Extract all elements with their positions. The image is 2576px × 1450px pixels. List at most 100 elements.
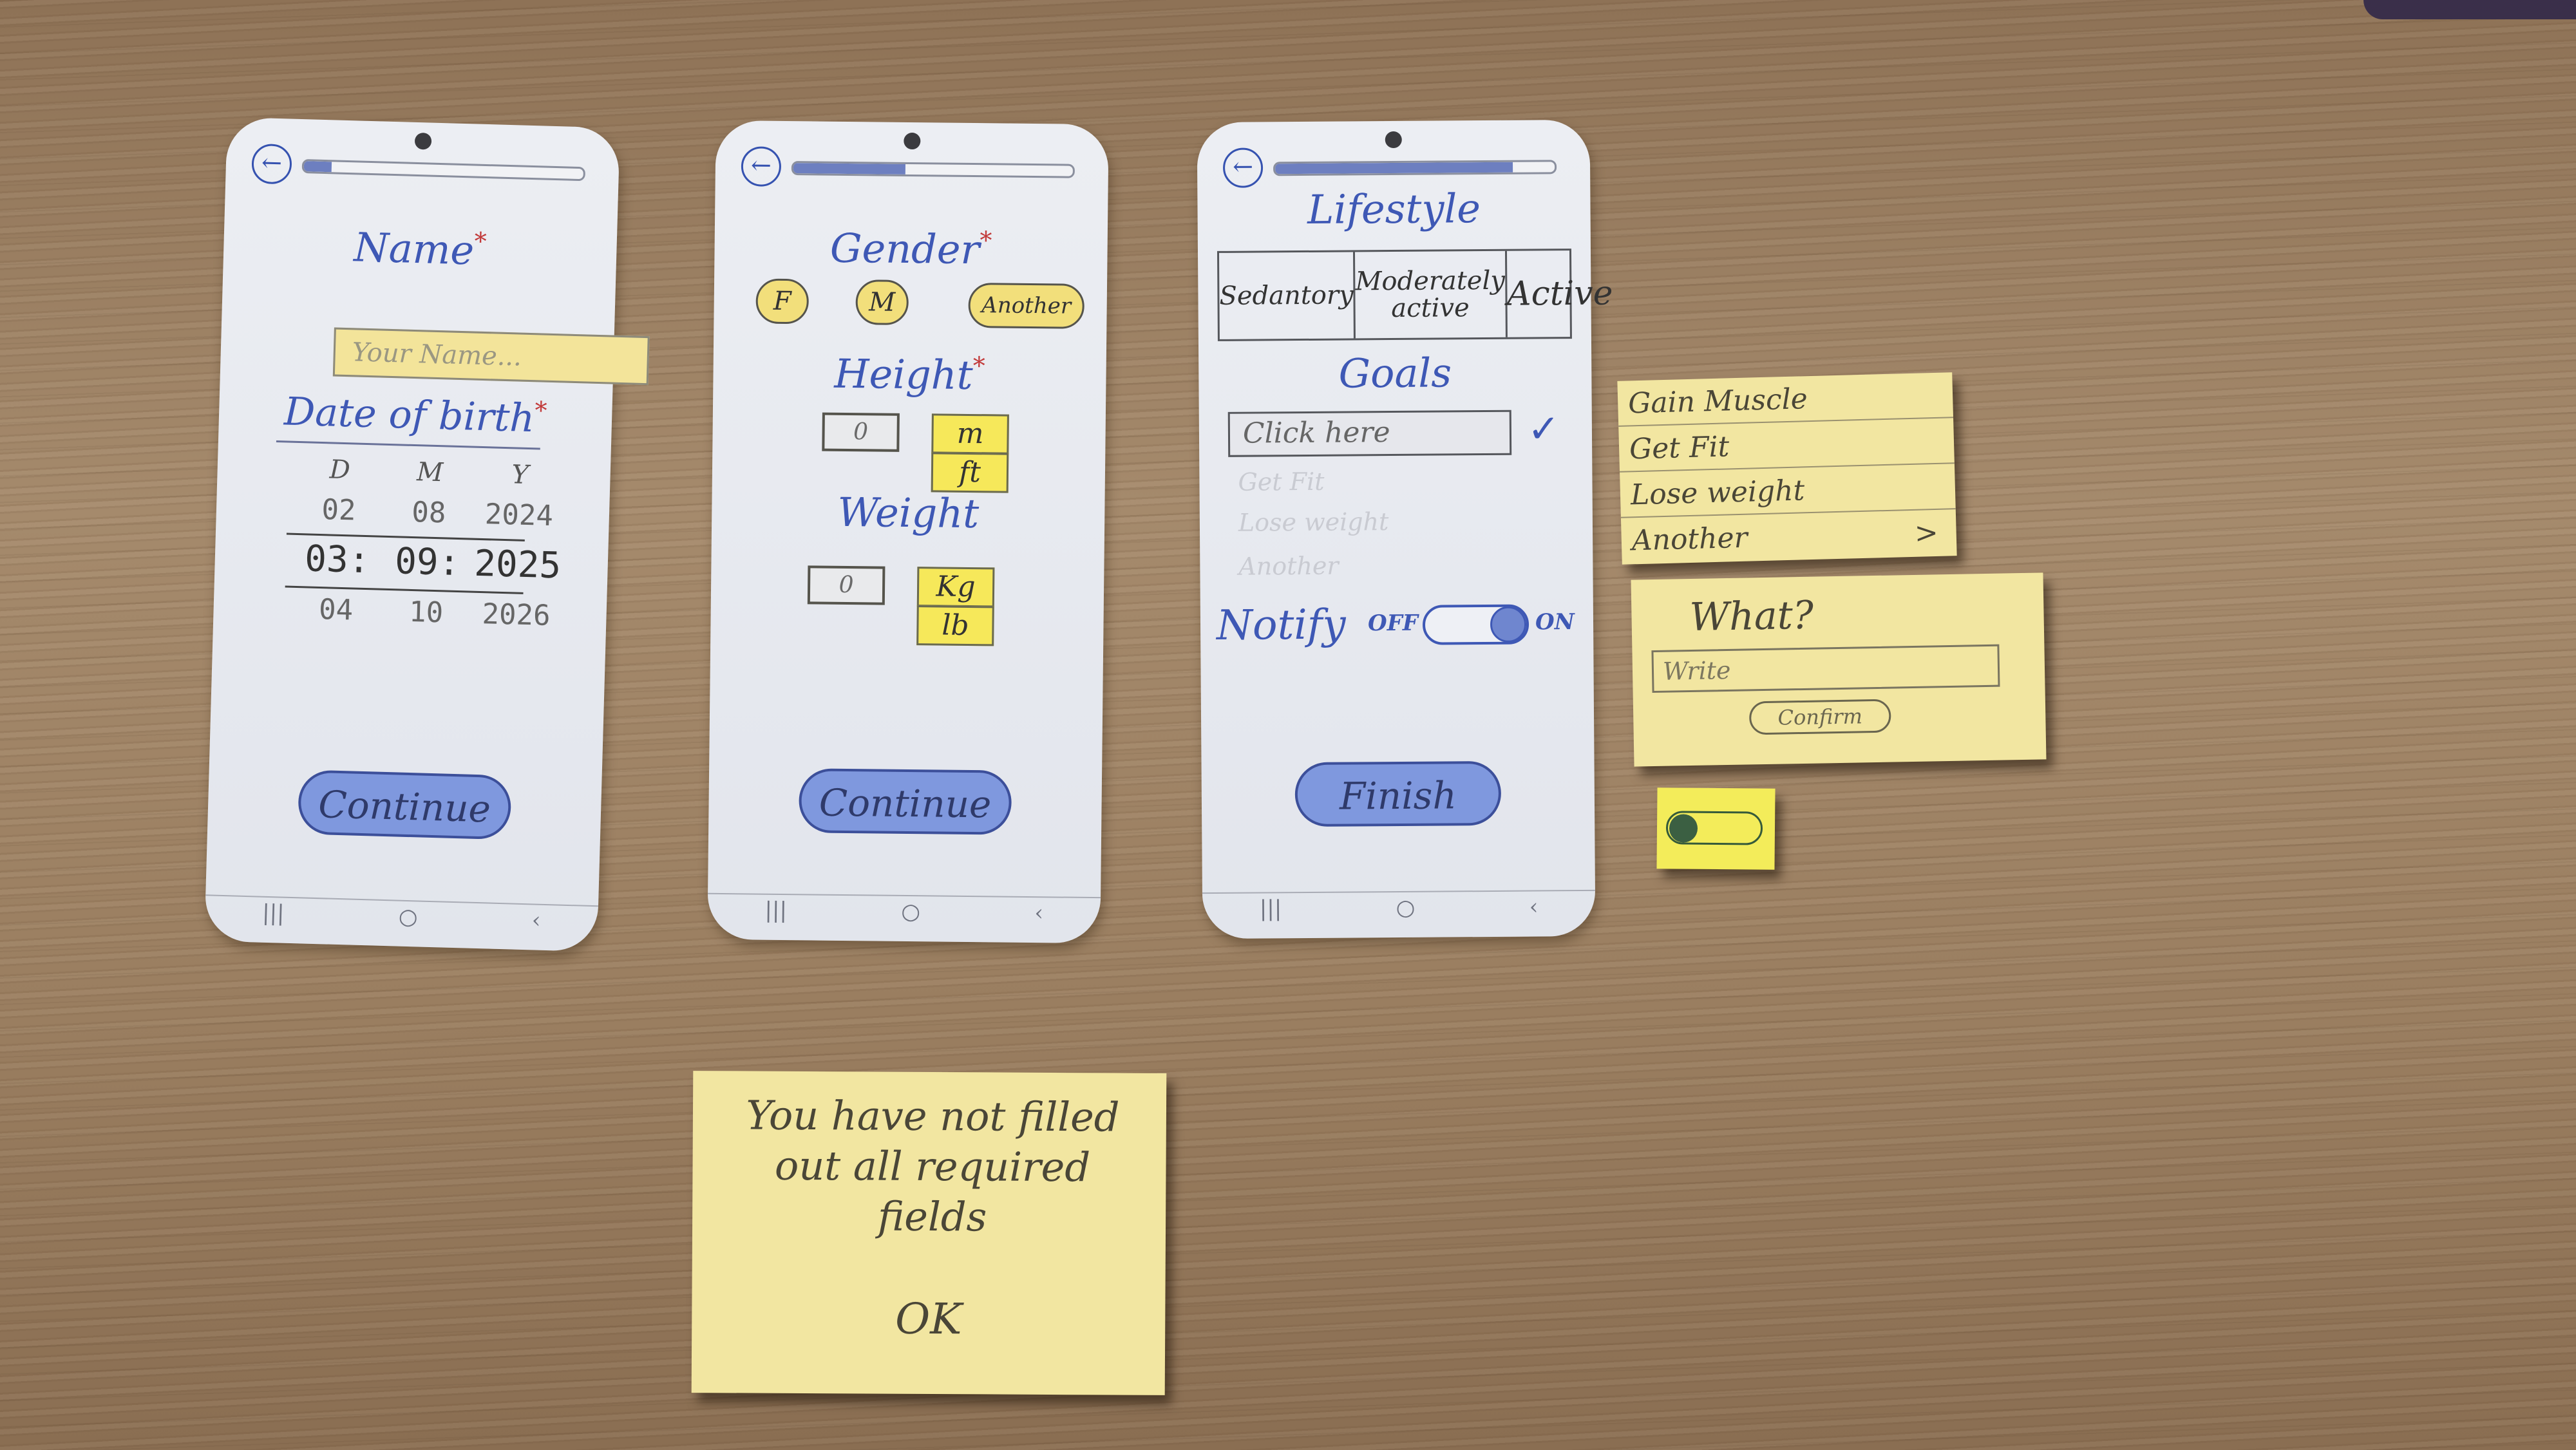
dialog-title: What? (1689, 592, 1814, 641)
background-object (2363, 0, 2576, 19)
back-arrow-icon[interactable]: ← (1222, 147, 1264, 188)
progress-fill (303, 161, 332, 173)
height-unit-ft[interactable]: ft (931, 452, 1009, 493)
name-label: Name (353, 223, 475, 274)
month-option-selected[interactable]: 09: (382, 540, 473, 585)
gender-m-chip[interactable]: M (855, 279, 909, 325)
error-message: You have not filled out all required fie… (746, 1091, 1120, 1241)
progress-bar (301, 159, 586, 182)
weight-title: Weight (712, 487, 1105, 538)
goals-dropdown[interactable]: Click here (1227, 410, 1512, 457)
progress-bar (1273, 160, 1557, 176)
goal-option-get-fit[interactable]: Get Fit (1618, 418, 1955, 473)
progress-fill (793, 163, 905, 174)
date-picker-row[interactable]: 04 10 2026 (290, 592, 562, 633)
home-icon[interactable]: ○ (1396, 895, 1415, 928)
height-input[interactable]: 0 (822, 412, 900, 452)
day-header: D (329, 455, 351, 485)
toggle-off-variant[interactable] (1665, 811, 1763, 845)
page-title: Name* (223, 220, 617, 278)
phone-screen-name: ← Name* Your Name... Date of birth* DMY … (204, 117, 650, 952)
weight-input[interactable]: 0 (807, 565, 886, 605)
toggle-on-label: ON (1535, 609, 1575, 636)
height-unit-m[interactable]: m (931, 413, 1009, 455)
dob-title: Date of birth* (218, 388, 612, 444)
nav-back-icon[interactable]: ‹ (531, 907, 541, 941)
finish-button[interactable]: Finish (1294, 760, 1502, 827)
required-mark: * (534, 396, 548, 425)
goal-option-gain-muscle[interactable]: Gain Muscle (1617, 372, 1954, 427)
goal-option-lose-weight[interactable]: Lose weight (1620, 464, 1956, 518)
goal-option-another[interactable]: Another > (1621, 509, 1957, 563)
nav-back-icon[interactable]: ‹ (1034, 900, 1043, 934)
divider (276, 440, 540, 450)
home-icon[interactable]: ○ (398, 904, 418, 938)
year-option-selected[interactable]: 2025 (472, 543, 564, 587)
goal-option-another-label: Another (1631, 521, 1748, 558)
custom-goal-input[interactable]: Write (1651, 644, 2000, 693)
custom-goal-dialog: What? Write Confirm (1631, 572, 2047, 767)
gender-title: Gender* (714, 223, 1108, 274)
goals-dropdown-sticky: Gain Muscle Get Fit Lose weight Another … (1617, 372, 1957, 565)
check-icon[interactable]: ✓ (1528, 406, 1560, 451)
home-icon[interactable]: ○ (901, 899, 920, 932)
height-title: Height* (713, 349, 1106, 400)
phone-screen-lifestyle: ← Lifestyle Sedantory Moderately active … (1197, 119, 1613, 939)
camera-icon (904, 132, 921, 150)
faded-goal-option: Another (1238, 551, 1339, 581)
gender-another-chip[interactable]: Another (968, 282, 1085, 329)
notify-label: Notify (1216, 601, 1346, 650)
back-arrow-icon[interactable]: ← (741, 146, 782, 187)
phone-screen-profile: ← Gender* F M Another Height* 0 m ft Wei… (707, 120, 1109, 944)
weight-unit-kg[interactable]: Kg (916, 567, 995, 608)
notify-toggle[interactable] (1422, 604, 1530, 645)
year-option[interactable]: 2024 (473, 498, 564, 533)
day-option-selected[interactable]: 03: (292, 538, 383, 582)
goals-title: Goals (1338, 349, 1452, 397)
year-option[interactable]: 2026 (471, 598, 562, 633)
nav-back-icon[interactable]: ‹ (1530, 894, 1539, 927)
progress-fill (1275, 162, 1513, 174)
continue-button[interactable]: Continue (297, 769, 512, 840)
month-option[interactable]: 08 (383, 495, 474, 531)
lifestyle-segmented-control: Sedantory Moderately active Active (1217, 249, 1613, 341)
recent-apps-icon[interactable]: ||| (764, 898, 787, 931)
ok-button[interactable]: OK (692, 1293, 1165, 1345)
lifestyle-title: Lifestyle (1307, 185, 1481, 233)
lifestyle-option-sedentary[interactable]: Sedantory (1218, 252, 1356, 339)
error-dialog: You have not filled out all required fie… (691, 1071, 1167, 1395)
camera-icon (1385, 131, 1402, 149)
height-label: Height (834, 350, 973, 399)
confirm-button[interactable]: Confirm (1748, 699, 1891, 735)
toggle-knob (1490, 606, 1527, 643)
day-option[interactable]: 02 (293, 493, 384, 528)
required-mark: * (972, 352, 985, 381)
date-picker-row[interactable]: 02 08 2024 (293, 493, 564, 533)
month-option[interactable]: 10 (381, 595, 471, 630)
date-picker-row-selected[interactable]: 03: 09: 2025 (292, 538, 564, 587)
recent-apps-icon[interactable]: ||| (261, 900, 285, 934)
required-mark: * (473, 227, 488, 256)
camera-icon (414, 132, 432, 150)
weight-unit-lb[interactable]: lb (916, 605, 994, 646)
system-navbar: ||| ○ ‹ (1202, 894, 1595, 930)
faded-goal-option: Get Fit (1238, 467, 1325, 496)
toggle-knob (1669, 814, 1698, 843)
recent-apps-icon[interactable]: ||| (1260, 896, 1282, 929)
gender-f-chip[interactable]: F (755, 278, 810, 325)
weight-label: Weight (837, 488, 980, 538)
continue-button[interactable]: Continue (799, 768, 1012, 835)
dob-column-headers: DMY (294, 454, 565, 491)
year-header: Y (511, 460, 529, 491)
back-arrow-icon[interactable]: ← (251, 143, 292, 185)
dob-label: Date of birth (283, 389, 536, 442)
progress-bar (791, 161, 1075, 178)
lifestyle-option-active[interactable]: Active (1507, 250, 1613, 337)
lifestyle-option-moderate[interactable]: Moderately active (1355, 250, 1508, 339)
system-navbar: ||| ○ ‹ (708, 897, 1101, 934)
toggle-off-label: OFF (1367, 610, 1419, 637)
day-option[interactable]: 04 (290, 592, 381, 628)
toggle-off-sticky (1656, 787, 1776, 870)
name-input[interactable]: Your Name... (332, 327, 650, 386)
chevron-right-icon: > (1914, 516, 1939, 550)
